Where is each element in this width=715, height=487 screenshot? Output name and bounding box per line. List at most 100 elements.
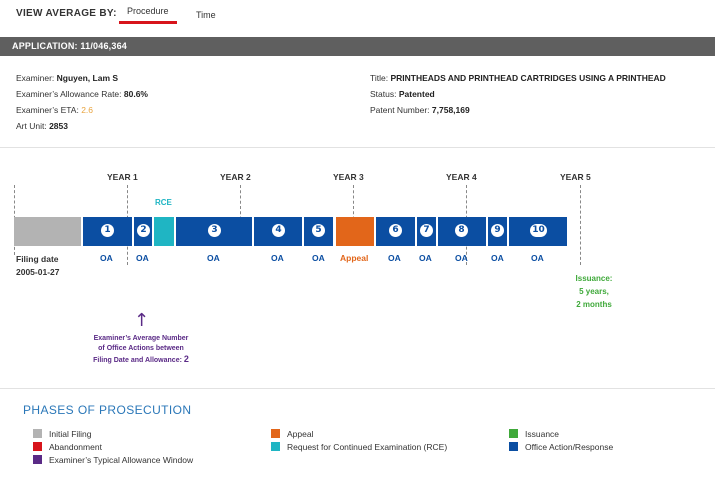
eta-row: Examiner’s ETA: 2.6 — [16, 105, 93, 115]
allowance-rate-label: Examiner’s Allowance Rate: — [16, 89, 122, 99]
issuance-title: Issuance: — [575, 274, 613, 283]
segment-label: OA — [388, 253, 401, 263]
office-action-segment-9[interactable]: 9 — [488, 217, 507, 246]
appeal-segment[interactable] — [336, 217, 374, 246]
legend-label: Request for Continued Examination (RCE) — [287, 442, 448, 452]
rce-label: RCE — [155, 198, 172, 207]
tab-time[interactable]: Time — [196, 10, 216, 20]
patent-number-label: Patent Number: — [370, 105, 430, 115]
office-action-segment-4[interactable]: 4 — [254, 217, 302, 246]
art-unit-value: 2853 — [49, 121, 68, 131]
office-action-segment-3[interactable]: 3 — [176, 217, 252, 246]
year-5-label: YEAR 5 — [560, 172, 591, 182]
allowance-rate-row: Examiner’s Allowance Rate: 80.6% — [16, 89, 148, 99]
legend-item-abandonment: Abandonment — [33, 442, 102, 452]
eta-label: Examiner’s ETA: — [16, 105, 79, 115]
office-action-number: 3 — [208, 224, 221, 237]
legend-item-issuance: Issuance — [509, 429, 559, 439]
application-title: APPLICATION: 11/046,364 — [12, 41, 127, 51]
avg-note-line-3: Filing Date and Allowance: 2 — [80, 354, 202, 366]
legend-label: Abandonment — [49, 442, 102, 452]
filing-date-block: Filing date 2005-01-27 — [16, 253, 59, 279]
legend-label: Examiner’s Typical Allowance Window — [49, 455, 194, 465]
rce-segment[interactable] — [154, 217, 174, 246]
office-action-segment-2[interactable]: 2 — [134, 217, 152, 246]
status-row: Status: Patented — [370, 89, 435, 99]
patent-title-value: PRINTHEADS AND PRINTHEAD CARTRIDGES USIN… — [390, 73, 666, 83]
segment-label: OA — [312, 253, 325, 263]
legend-item-initial-filing: Initial Filing — [33, 429, 92, 439]
examiner-label: Examiner: — [16, 73, 55, 83]
office-action-number: 1 — [101, 224, 114, 237]
issuance-years: 5 years, — [579, 287, 609, 296]
office-action-number: 2 — [137, 224, 150, 237]
filing-date-label: Filing date — [16, 254, 59, 264]
segment-label: OA — [271, 253, 284, 263]
office-action-segment-10[interactable]: 10 — [509, 217, 567, 246]
segment-label: OA — [419, 253, 432, 263]
legend-swatch — [33, 442, 42, 451]
legend-item-office-action: Office Action/Response — [509, 442, 613, 452]
legend-swatch — [509, 429, 518, 438]
legend-item-allowance-window: Examiner’s Typical Allowance Window — [33, 455, 193, 465]
examiner-name: Nguyen, Lam S — [56, 73, 119, 83]
patent-title-label: Title: — [370, 73, 389, 83]
legend-swatch — [271, 429, 280, 438]
avg-office-actions-value: 2 — [183, 354, 189, 364]
issuance-block: Issuance: 5 years, 2 months — [572, 272, 616, 311]
legend-label: Initial Filing — [49, 429, 92, 439]
office-action-number: 9 — [491, 224, 504, 237]
office-action-number: 6 — [389, 224, 402, 237]
tab-procedure[interactable]: Procedure — [127, 6, 169, 16]
legend-label: Issuance — [525, 429, 560, 439]
eta-value: 2.6 — [81, 105, 94, 115]
legend-item-rce: Request for Continued Examination (RCE) — [271, 442, 447, 452]
filing-date-value: 2005-01-27 — [16, 267, 60, 277]
avg-note-line-3-text: Filing Date and Allowance: — [93, 357, 182, 364]
avg-note-line-1: Examiner’s Average Number — [93, 335, 189, 342]
office-action-segment-8[interactable]: 8 — [438, 217, 486, 246]
segment-label: OA — [455, 253, 468, 263]
office-action-number: 10 — [530, 224, 547, 237]
art-unit-row: Art Unit: 2853 — [16, 121, 68, 131]
legend-swatch — [271, 442, 280, 451]
legend-swatch — [509, 442, 518, 451]
status-value: Patented — [398, 89, 435, 99]
section-divider-top — [0, 147, 715, 148]
segment-label: OA — [100, 253, 113, 263]
title-row: Title: PRINTHEADS AND PRINTHEAD CARTRIDG… — [370, 73, 666, 83]
arrow-up-icon: ↑ — [134, 310, 150, 331]
examiner-row: Examiner: Nguyen, Lam S — [16, 73, 118, 83]
patent-number-row: Patent Number: 7,758,169 — [370, 105, 470, 115]
office-action-segment-5[interactable]: 5 — [304, 217, 333, 246]
office-action-number: 8 — [455, 224, 468, 237]
office-action-segment-7[interactable]: 7 — [417, 217, 436, 246]
section-divider-bottom — [0, 388, 715, 389]
phases-title: PHASES OF PROSECUTION — [23, 403, 192, 417]
office-action-segment-1[interactable]: 1 — [83, 217, 132, 246]
year-3-label: YEAR 3 — [333, 172, 364, 182]
office-action-number: 7 — [420, 224, 433, 237]
office-action-number: 4 — [272, 224, 285, 237]
office-action-number: 5 — [312, 224, 325, 237]
art-unit-label: Art Unit: — [16, 121, 47, 131]
legend-swatch — [33, 455, 42, 464]
view-average-by-label: VIEW AVERAGE BY: — [16, 8, 117, 19]
segment-label: Appeal — [340, 253, 369, 263]
segment-label: OA — [531, 253, 544, 263]
tab-active-indicator — [119, 21, 177, 24]
initial-filing-segment — [14, 217, 81, 246]
office-action-segment-6[interactable]: 6 — [376, 217, 415, 246]
examiner-average-note: Examiner’s Average Number of Office Acti… — [80, 334, 202, 366]
legend-label: Appeal — [287, 429, 314, 439]
legend-label: Office Action/Response — [525, 442, 614, 452]
legend-swatch — [33, 429, 42, 438]
segment-label: OA — [491, 253, 504, 263]
issuance-months: 2 months — [576, 300, 612, 309]
allowance-rate-value: 80.6% — [123, 89, 148, 99]
year-5-marker — [580, 185, 581, 265]
segment-label: OA — [136, 253, 149, 263]
avg-note-line-2: of Office Actions between — [98, 345, 184, 352]
legend-item-appeal: Appeal — [271, 429, 313, 439]
patent-number-value: 7,758,169 — [431, 105, 470, 115]
